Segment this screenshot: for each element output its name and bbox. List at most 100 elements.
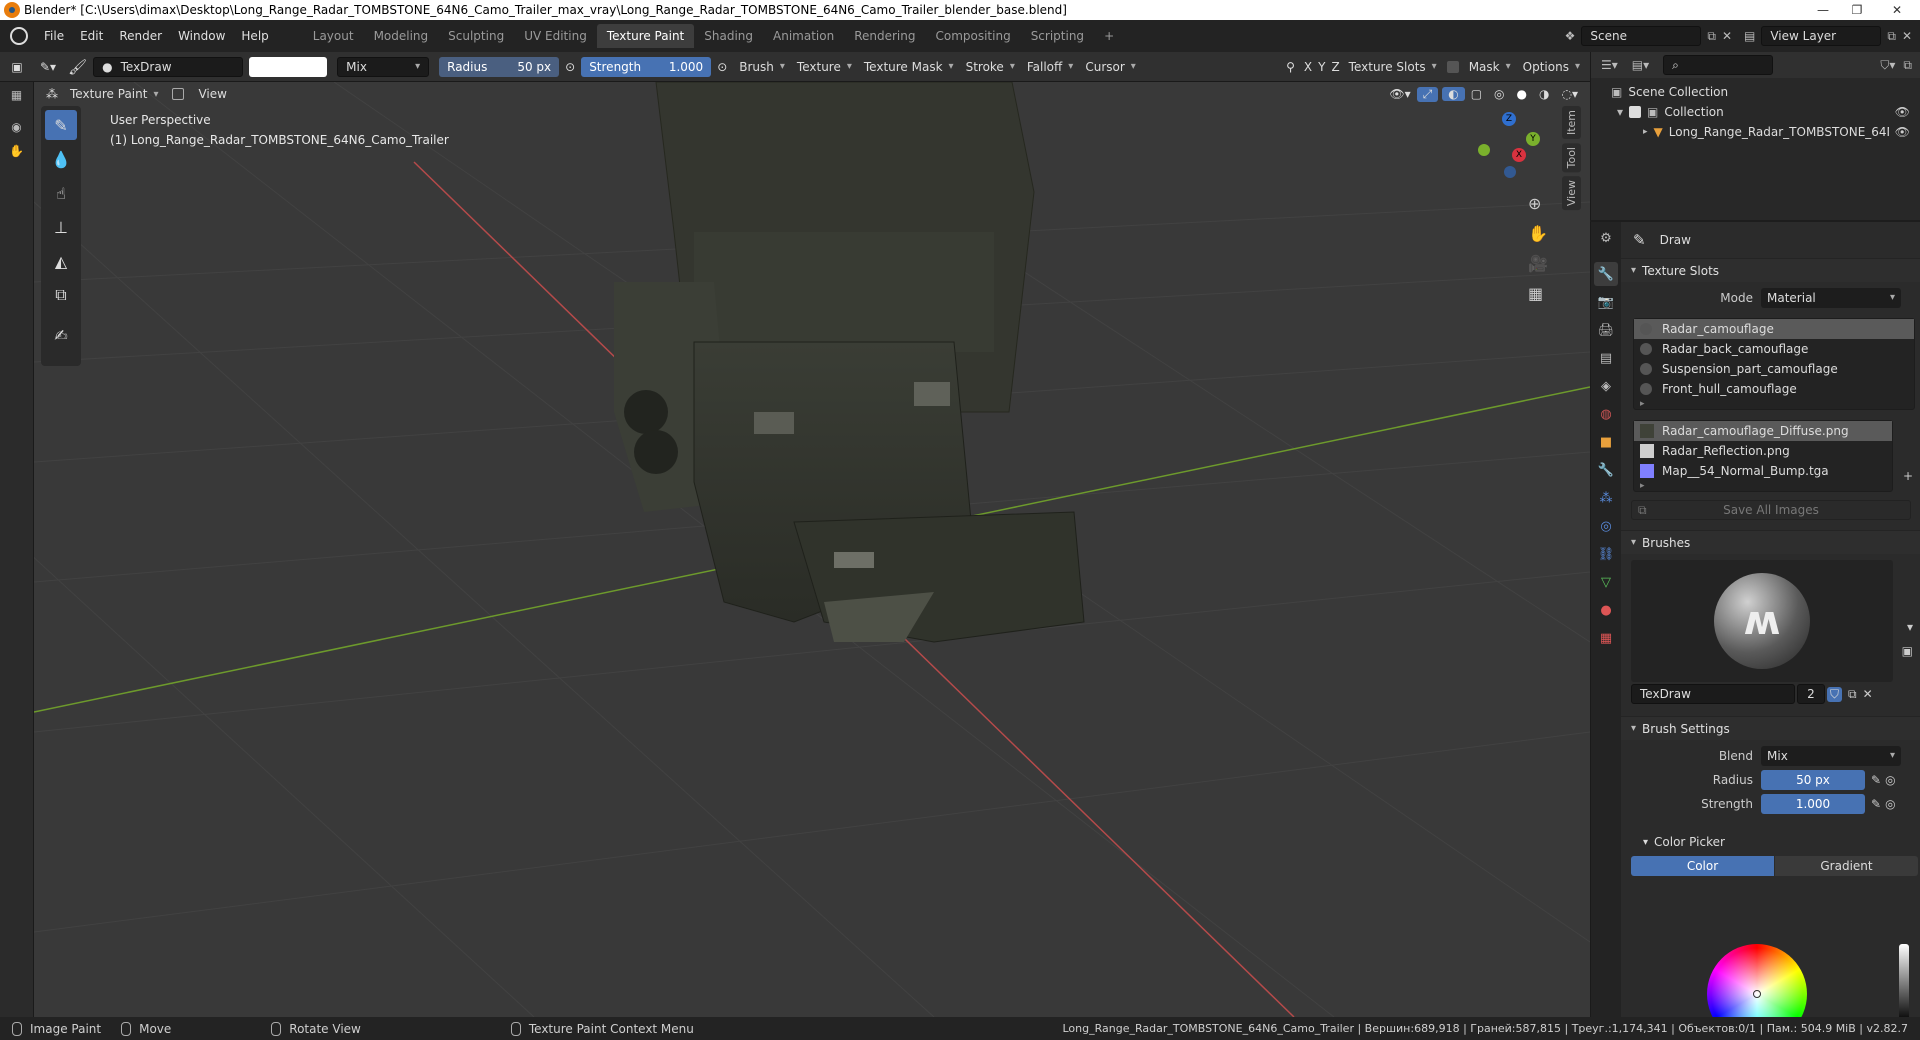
delete-scene-icon[interactable]: ✕: [1722, 29, 1732, 43]
mask-tool-icon[interactable]: ⧉: [45, 280, 77, 310]
view-menu[interactable]: View: [192, 87, 232, 101]
minimize-button[interactable]: —: [1806, 0, 1840, 20]
display-mode-icon[interactable]: ▤▾: [1632, 58, 1649, 72]
strength-pressure-icon[interactable]: ⊙: [711, 60, 733, 74]
color-picker-subpanel-header[interactable]: ▾ Color Picker: [1621, 830, 1920, 854]
sidebar-tab-item[interactable]: Item: [1562, 106, 1581, 140]
save-all-images-button[interactable]: ⧉ Save All Images: [1631, 500, 1911, 520]
brush-preview-box[interactable]: ʍ: [1631, 560, 1893, 682]
unlink-brush-icon[interactable]: ✕: [1863, 687, 1873, 701]
options-menu[interactable]: Options: [1517, 60, 1586, 74]
brush-name-field[interactable]: ● TexDraw: [93, 56, 244, 77]
tab-layout[interactable]: Layout: [303, 24, 364, 48]
overlay-toggle-icon[interactable]: [172, 88, 185, 100]
tool-select-icon[interactable]: ✎▾: [34, 60, 62, 74]
fake-user-shield-icon[interactable]: ⛉: [1827, 686, 1843, 702]
brush-radius-slider[interactable]: 50 px: [1761, 770, 1865, 790]
collection-checkbox[interactable]: [1629, 106, 1642, 118]
constraints-tab-icon[interactable]: ⛓: [1594, 542, 1618, 566]
brushes-panel-header[interactable]: Brushes: [1621, 530, 1920, 554]
expand-arrow-icon[interactable]: ▾: [1617, 105, 1623, 119]
menu-edit[interactable]: Edit: [72, 29, 111, 43]
draw-tool-icon[interactable]: ✎: [45, 110, 77, 140]
outliner-editor-icon[interactable]: ☰▾: [1601, 58, 1618, 72]
list-resize-handle[interactable]: ▸: [1634, 399, 1914, 409]
smear-tool-icon[interactable]: ☝: [45, 178, 77, 208]
add-texture-slot-icon[interactable]: +: [1903, 469, 1913, 483]
physics-tab-icon[interactable]: ◎: [1594, 514, 1618, 538]
tab-shading[interactable]: Shading: [694, 24, 763, 48]
brush-blend-dropdown[interactable]: Mix: [1761, 746, 1901, 766]
gizmo-z-axis[interactable]: Z: [1502, 112, 1516, 126]
new-scene-icon[interactable]: ⧉: [1707, 29, 1716, 44]
view-icon[interactable]: ◉: [0, 120, 33, 134]
tab-animation[interactable]: Animation: [763, 24, 844, 48]
editor-type-icon[interactable]: ▣: [0, 60, 34, 74]
mask-menu[interactable]: Mask: [1463, 60, 1517, 74]
material-slot-item[interactable]: Radar_camouflage: [1634, 319, 1914, 339]
tab-texture-paint[interactable]: Texture Paint: [596, 24, 695, 48]
radius-pressure-icon[interactable]: ⊙: [559, 60, 581, 74]
clone-tool-icon[interactable]: ⊥: [45, 212, 77, 242]
camera-view-icon[interactable]: 🎥: [1528, 254, 1548, 273]
texture-slots-menu[interactable]: Texture Slots: [1343, 60, 1443, 74]
image-slot-item[interactable]: Map__54_Normal_Bump.tga: [1634, 461, 1892, 481]
radius-unit-icon[interactable]: ◎: [1885, 773, 1895, 787]
brush-menu[interactable]: Brush: [733, 60, 791, 74]
brush-name-input[interactable]: TexDraw: [1631, 684, 1795, 704]
material-tab-icon[interactable]: ●: [1594, 598, 1618, 622]
add-workspace-button[interactable]: +: [1094, 24, 1124, 48]
texture-mask-menu[interactable]: Texture Mask: [858, 60, 960, 74]
collapse-arrow-icon[interactable]: ▸: [1643, 127, 1648, 137]
overlays-toggle-icon[interactable]: ◐: [1442, 87, 1465, 101]
strength-extra-icon[interactable]: ◎: [1885, 797, 1895, 811]
radius-slider[interactable]: Radius 50 px: [439, 56, 560, 77]
sidebar-tab-view[interactable]: View: [1562, 176, 1581, 211]
tab-rendering[interactable]: Rendering: [844, 24, 925, 48]
menu-window[interactable]: Window: [170, 29, 233, 43]
brush-browse-icon[interactable]: ▾: [1907, 620, 1913, 634]
falloff-menu[interactable]: Falloff: [1021, 60, 1079, 74]
slot-mode-dropdown[interactable]: Material: [1761, 288, 1901, 308]
strength-pressure-toggle-icon[interactable]: ✎: [1871, 797, 1881, 811]
soften-tool-icon[interactable]: 💧: [45, 144, 77, 174]
stroke-menu[interactable]: Stroke: [960, 60, 1021, 74]
view-layer-selector[interactable]: View Layer: [1761, 26, 1882, 46]
zoom-icon[interactable]: ⊕: [1528, 194, 1541, 213]
brush-strength-slider[interactable]: 1.000: [1761, 794, 1865, 814]
menu-render[interactable]: Render: [111, 29, 170, 43]
navigation-gizmo[interactable]: Z Y X: [1474, 112, 1544, 182]
symmetry-icon[interactable]: ⚲: [1280, 60, 1301, 74]
3d-viewport[interactable]: ⁂ Texture Paint View 👁▾ ⤢ ◐ ▢ ◎ ● ◑ ◌▾ U…: [34, 82, 1590, 1017]
material-slot-item[interactable]: Radar_back_camouflage: [1634, 339, 1914, 359]
tab-scripting[interactable]: Scripting: [1021, 24, 1094, 48]
tool-tab-icon[interactable]: 🔧: [1594, 262, 1618, 286]
maximize-button[interactable]: ❐: [1840, 0, 1874, 20]
texture-tab-icon[interactable]: ▦: [1594, 626, 1618, 650]
filter-icon[interactable]: ⛉▾: [1880, 58, 1895, 73]
visibility-icon[interactable]: 👁▾: [1383, 87, 1416, 101]
ortho-grid-icon[interactable]: ▦: [1528, 284, 1543, 303]
view-layer-tab-icon[interactable]: ▤: [1594, 346, 1618, 370]
mirror-x-toggle[interactable]: X: [1301, 60, 1315, 74]
outliner-collection[interactable]: ▾ ▣ Collection 👁: [1591, 102, 1920, 122]
uv-editor-icon[interactable]: ▦: [0, 88, 33, 102]
shading-solid-icon[interactable]: ●: [1511, 87, 1533, 101]
texture-menu[interactable]: Texture: [791, 60, 858, 74]
outliner-scene-collection[interactable]: ▣ Scene Collection: [1591, 82, 1920, 102]
mode-selector[interactable]: Texture Paint: [64, 87, 164, 101]
gizmo-neg-y[interactable]: [1478, 144, 1490, 156]
brush-fake-user-icon[interactable]: ▣: [1902, 644, 1913, 658]
tab-sculpting[interactable]: Sculpting: [438, 24, 514, 48]
blender-menu-icon[interactable]: [10, 27, 28, 45]
image-slot-item[interactable]: Radar_Reflection.png: [1634, 441, 1892, 461]
value-slider[interactable]: [1899, 944, 1909, 1017]
brush-color-swatch[interactable]: [249, 56, 328, 77]
render-tab-icon[interactable]: 📷: [1594, 290, 1618, 314]
shading-wireframe-icon[interactable]: ◎: [1488, 87, 1510, 101]
color-tab[interactable]: Color: [1631, 856, 1774, 876]
material-slot-item[interactable]: Suspension_part_camouflage: [1634, 359, 1914, 379]
tab-modeling[interactable]: Modeling: [364, 24, 439, 48]
new-collection-icon[interactable]: ⧉: [1903, 58, 1912, 73]
modifier-tab-icon[interactable]: 🔧: [1594, 458, 1618, 482]
